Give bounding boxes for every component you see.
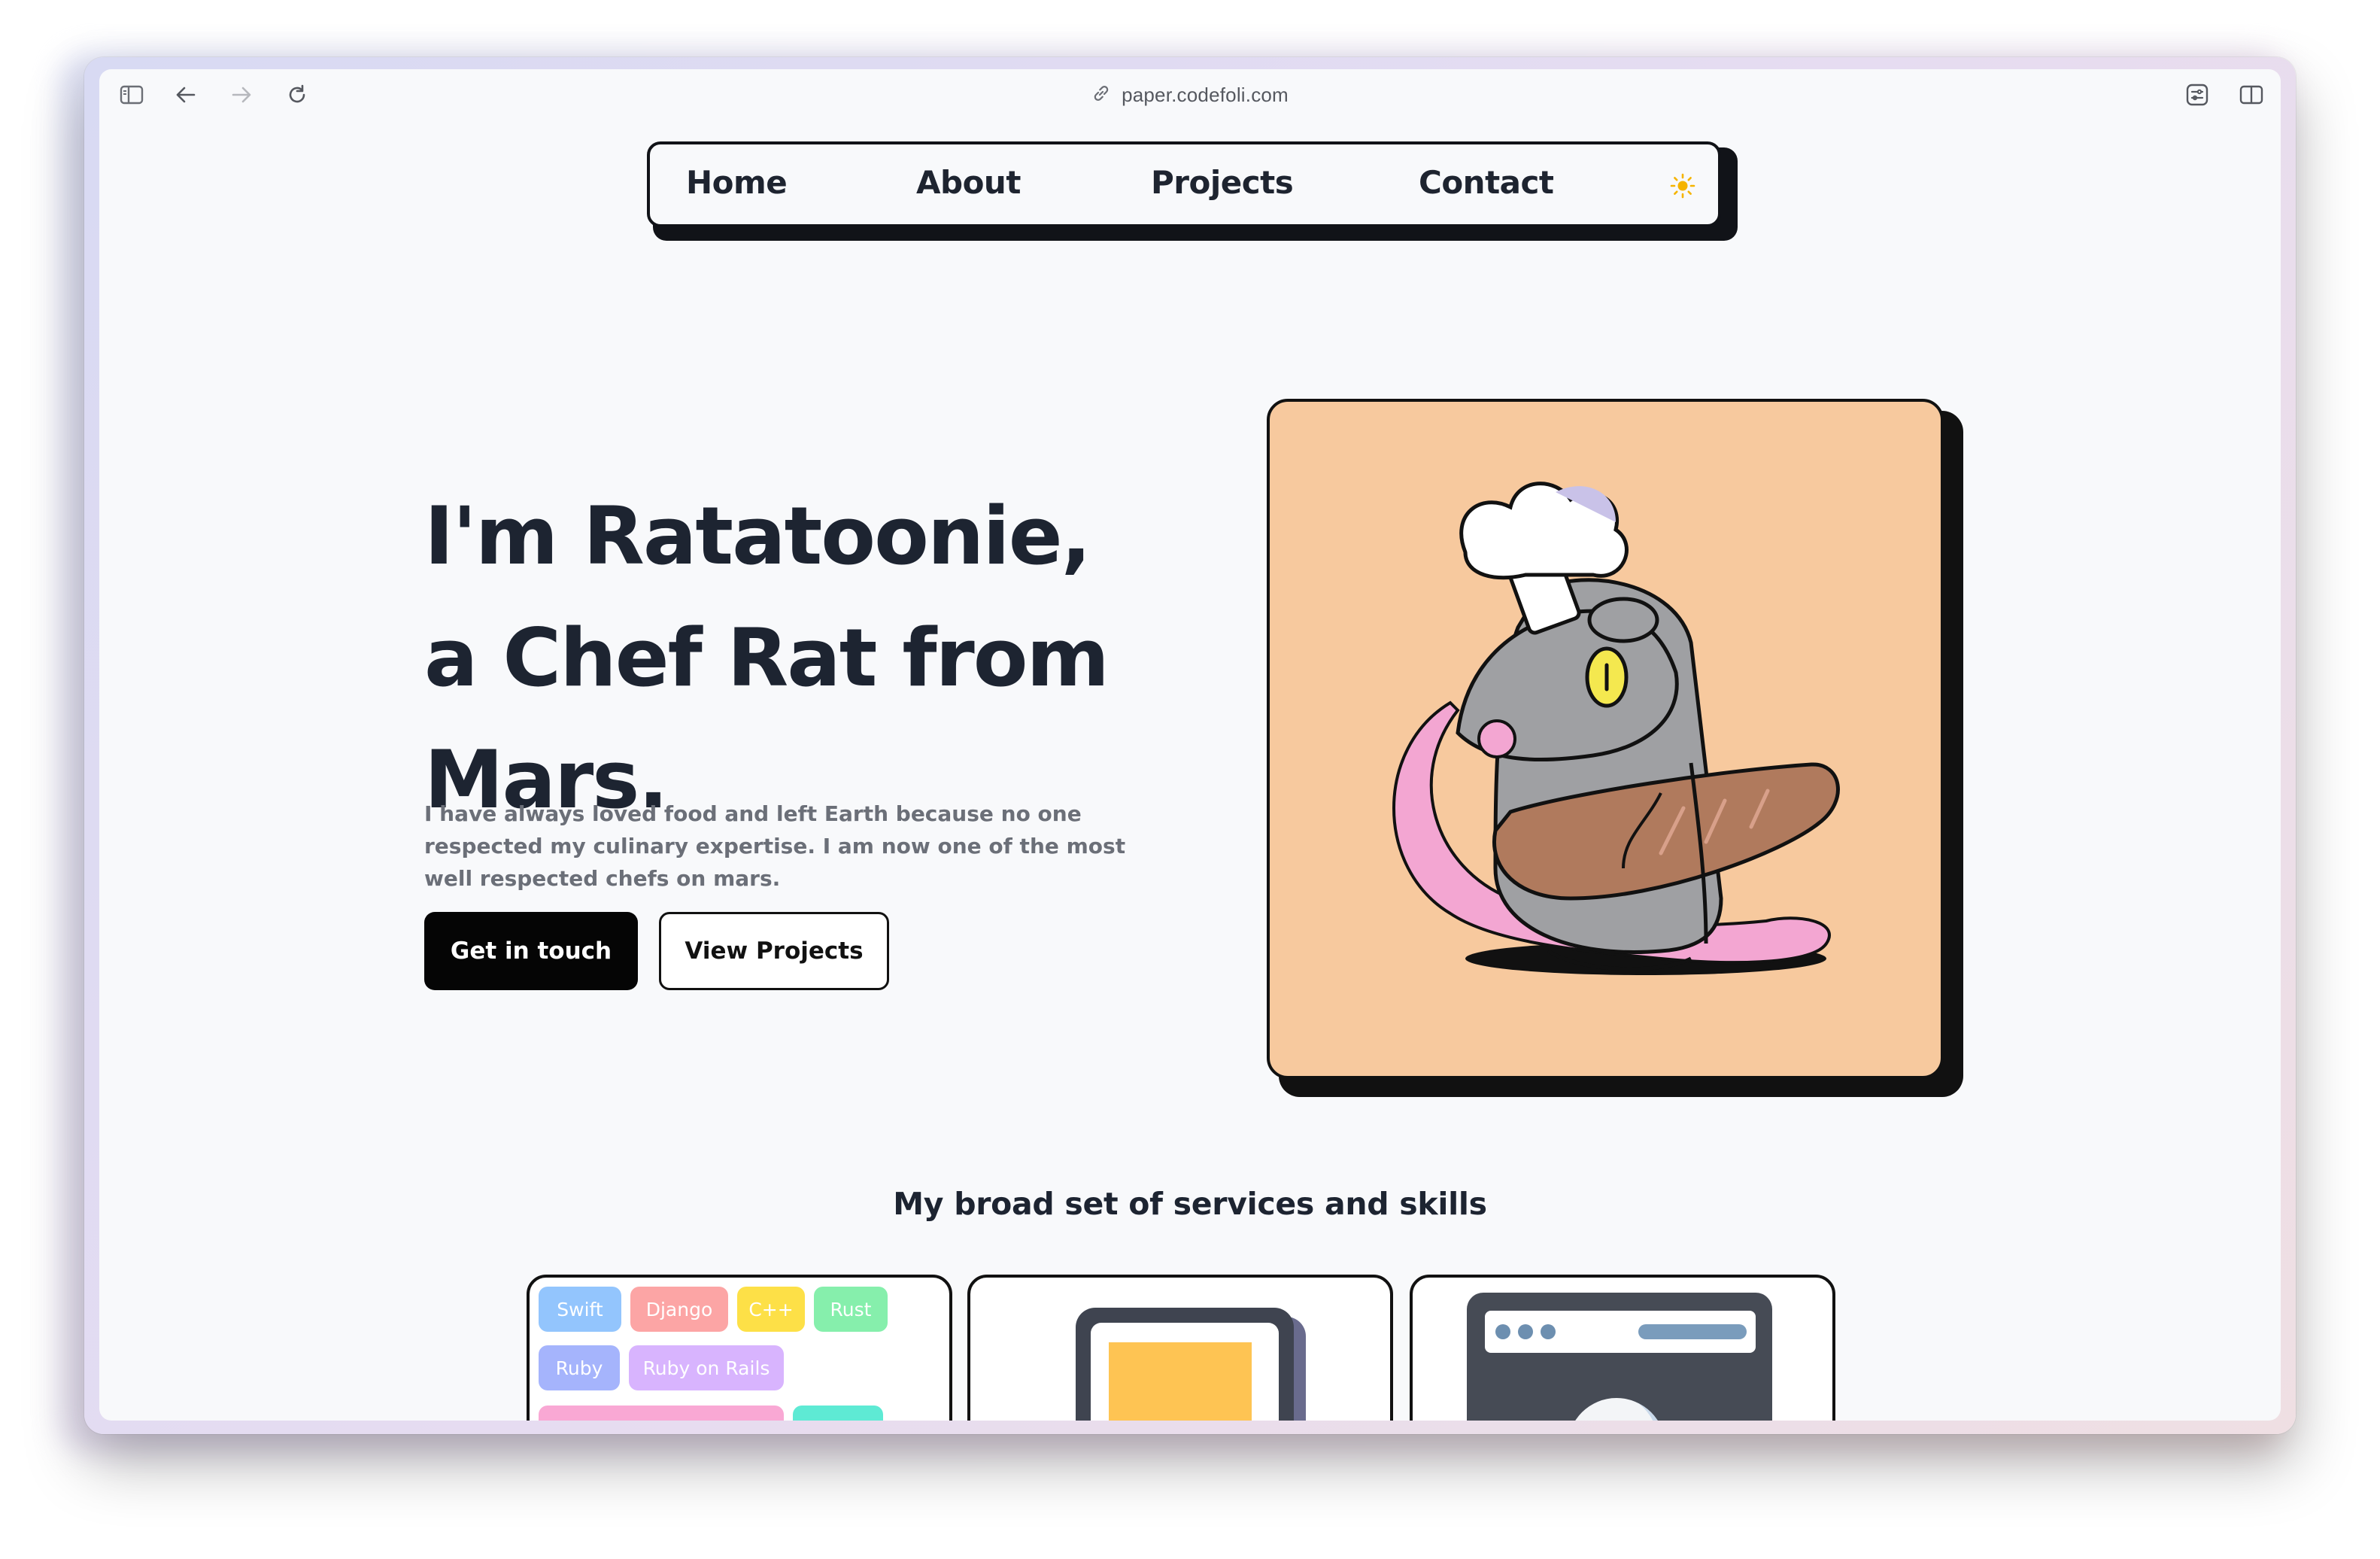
dot-icon	[1495, 1324, 1510, 1339]
skills-card: Swift Django C++ Rust Ruby Ruby on Rails	[527, 1275, 952, 1421]
chef-rat-illustration	[1392, 482, 1840, 975]
nav-projects[interactable]: Projects	[1151, 164, 1294, 201]
skill-tag: Ruby	[539, 1345, 620, 1390]
skill-tag	[793, 1406, 883, 1421]
dot-icon	[1541, 1324, 1556, 1339]
url-text: paper.codefoli.com	[1122, 83, 1289, 106]
service-card-design	[967, 1275, 1393, 1421]
sun-icon[interactable]	[1670, 173, 1695, 199]
get-in-touch-button[interactable]: Get in touch	[424, 912, 638, 990]
hero-title: I'm Ratatoonie, a Chef Rat from Mars.	[424, 490, 1110, 826]
dot-icon	[1518, 1324, 1533, 1339]
skill-tag: Swift	[539, 1287, 621, 1332]
url-pill-illustration	[1638, 1324, 1747, 1339]
skill-tag: Rust	[814, 1287, 888, 1332]
extensions-icon[interactable]	[2183, 81, 2212, 108]
skill-tag: C++	[737, 1287, 805, 1332]
browser-viewport: paper.codefoli.com Home About Projects C…	[99, 69, 2281, 1421]
hero-subtitle: I have always loved food and left Earth …	[424, 801, 1126, 891]
skill-tag	[539, 1406, 784, 1421]
service-card-web	[1410, 1275, 1835, 1421]
link-icon	[1091, 84, 1111, 106]
split-view-icon[interactable]	[2237, 81, 2266, 108]
main-nav: Home About Projects Contact	[647, 141, 1721, 227]
browser-toolbar: paper.codefoli.com	[99, 69, 2281, 119]
view-projects-button[interactable]: View Projects	[659, 912, 889, 990]
nav-home[interactable]: Home	[686, 164, 788, 201]
skill-tag: Django	[630, 1287, 728, 1332]
address-bar[interactable]: paper.codefoli.com	[99, 81, 2281, 108]
skill-tag: Ruby on Rails	[629, 1345, 784, 1390]
nav-about[interactable]: About	[916, 164, 1021, 201]
screen-content-block	[1109, 1342, 1252, 1421]
nav-contact[interactable]: Contact	[1419, 164, 1554, 201]
hero-image-card	[1267, 399, 1944, 1079]
browser-window: paper.codefoli.com Home About Projects C…	[84, 57, 2296, 1434]
services-title: My broad set of services and skills	[893, 1186, 1487, 1222]
